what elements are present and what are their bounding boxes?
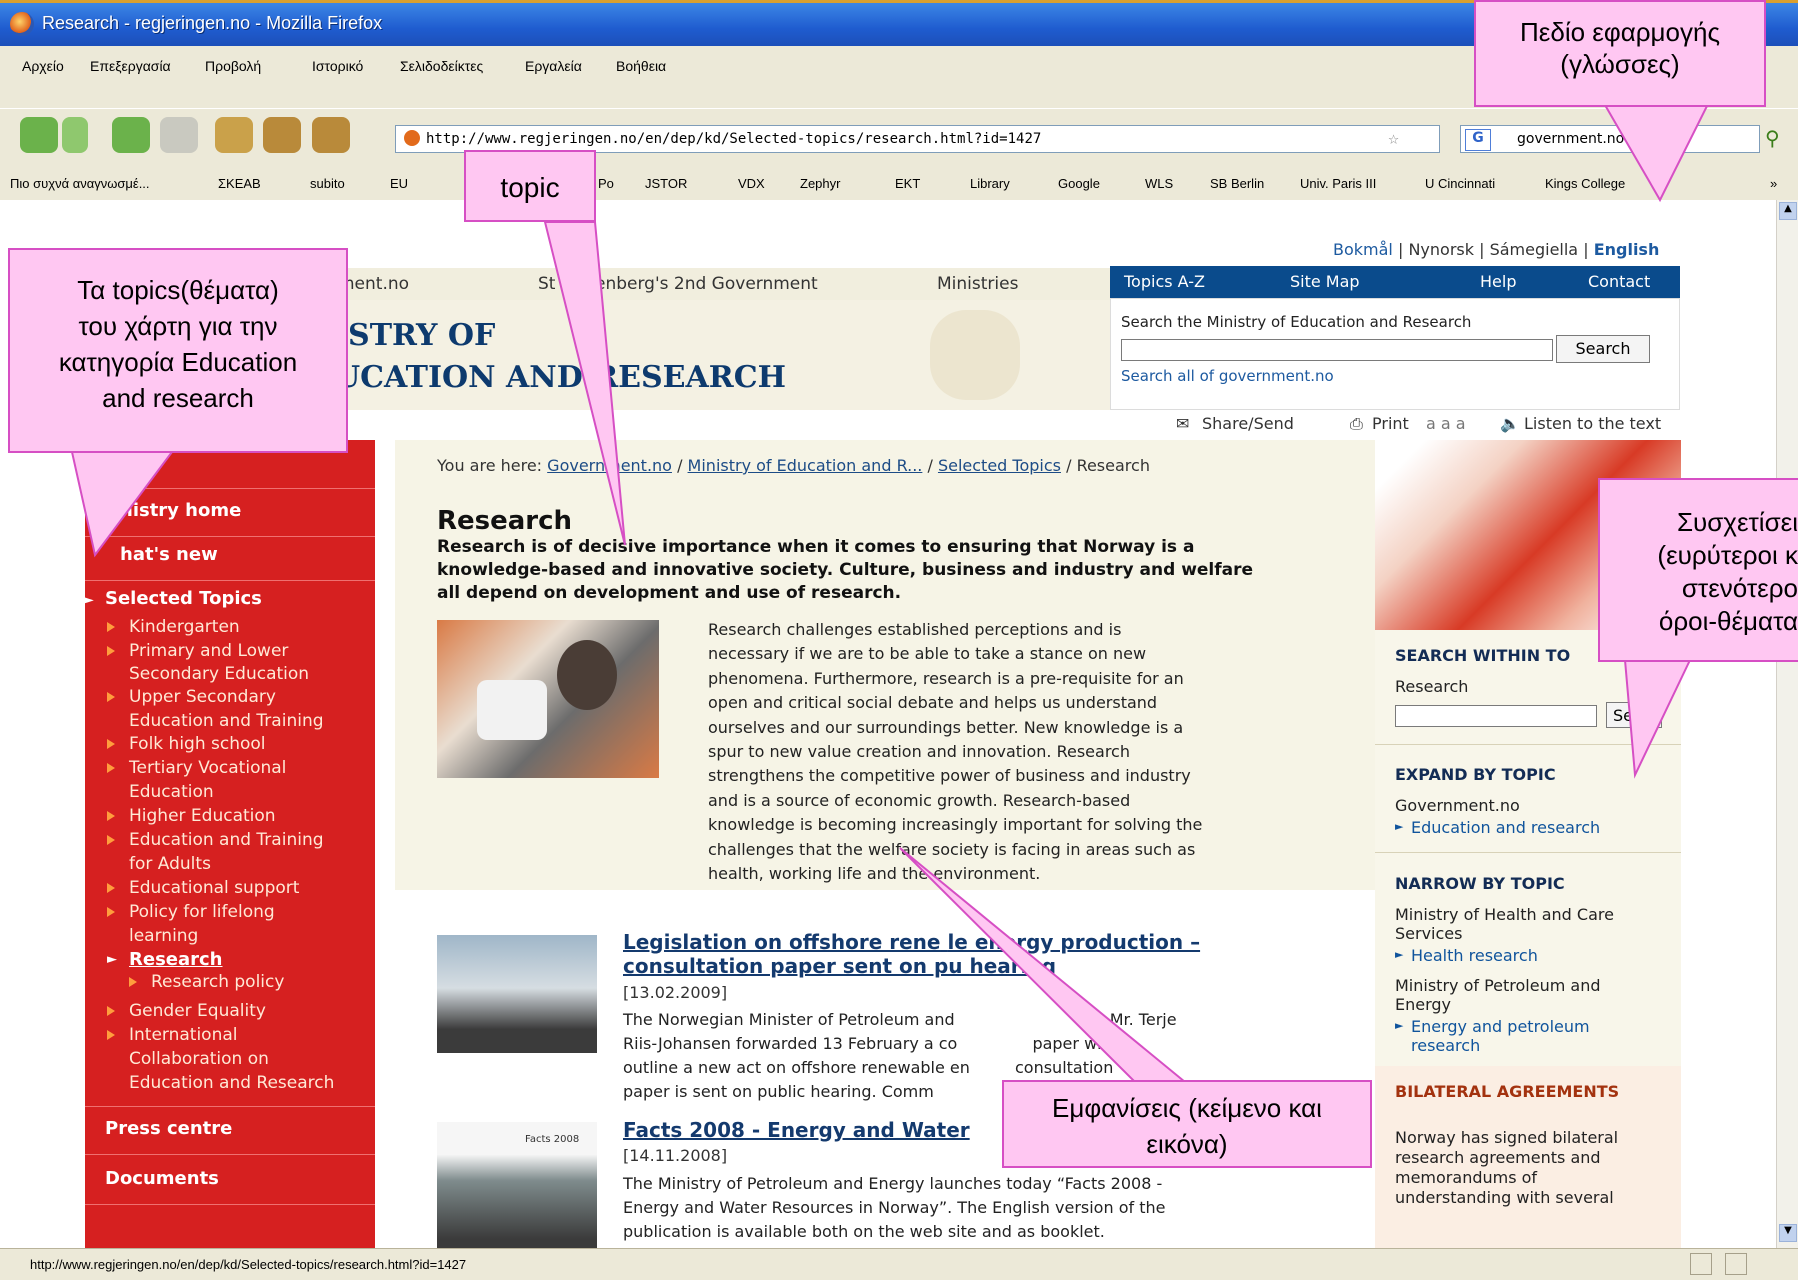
callout-applicability: Πεδίο εφαρμογής (γλώσσες)	[1474, 0, 1766, 107]
callout-pointer-topics	[70, 451, 174, 558]
callout-pointer-occurrences	[899, 847, 1188, 1083]
callout-occurrences: Εμφανίσεις (κείμενο και εικόνα)	[1002, 1080, 1372, 1168]
callout-pointer-topic	[543, 221, 626, 546]
callout-pointer-relations	[1623, 659, 1692, 779]
callout-topic: topic	[464, 150, 596, 222]
callout-pointers	[70, 88, 1717, 1083]
callout-relations: Συσχετίσει (ευρύτεροι κ στενότερο όροι-θ…	[1598, 478, 1798, 662]
callout-topics: Τα topics(θέματα) του χάρτη για την κατη…	[8, 248, 348, 453]
